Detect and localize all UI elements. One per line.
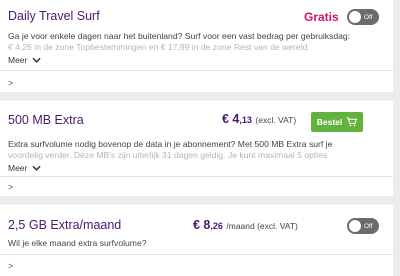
price-free-badge: Gratis <box>304 10 339 24</box>
bundle-description: Extra surfvolume nodig bovenop de data i… <box>8 139 388 161</box>
price-euro: € 8 <box>193 218 211 232</box>
chevron-right-icon[interactable]: > <box>8 261 13 271</box>
description-line: voordelig verder. Deze MB's zijn uiterli… <box>8 150 328 160</box>
bundle-title: 2,5 GB Extra/maand <box>8 218 122 232</box>
cart-icon <box>346 117 358 127</box>
bundle-title: 500 MB Extra <box>8 113 84 127</box>
price-euro: € 4 <box>222 112 240 126</box>
more-toggle[interactable]: Meer <box>8 163 41 173</box>
bundle-card-daily-travel-surf: Daily Travel Surf Gratis Off Ga je voor … <box>0 0 393 92</box>
chevron-down-icon <box>32 165 41 171</box>
description-line: Extra surfvolume nodig bovenop de data i… <box>8 139 333 149</box>
more-toggle[interactable]: Meer <box>8 55 41 65</box>
bundle-description: Wil je elke maand extra surfvolume? <box>8 238 388 249</box>
price-cents: ,26 <box>210 221 223 231</box>
bundle-title: Daily Travel Surf <box>8 9 100 23</box>
chevron-right-icon[interactable]: > <box>8 182 13 192</box>
chevron-down-icon <box>32 57 41 63</box>
divider <box>0 70 393 71</box>
toggle-label: Off <box>364 222 373 230</box>
order-button[interactable]: Bestel <box>311 112 363 132</box>
description-line: € 4,26 in de zone Topbestemmingen en € 1… <box>8 42 310 52</box>
divider <box>0 176 393 177</box>
price-suffix: (excl. VAT) <box>255 115 297 125</box>
divider <box>0 254 393 255</box>
chevron-right-icon[interactable]: > <box>8 78 13 88</box>
order-button-label: Bestel <box>316 117 343 127</box>
more-label: Meer <box>8 55 28 65</box>
bundle-toggle[interactable]: Off <box>347 218 379 234</box>
toggle-knob <box>349 11 361 23</box>
price-cents: ,13 <box>239 115 252 125</box>
bundle-toggle[interactable]: Off <box>347 9 379 25</box>
toggle-knob <box>349 220 361 232</box>
more-label: Meer <box>8 163 28 173</box>
description-line: Wil je elke maand extra surfvolume? <box>8 238 147 248</box>
bundle-price: € 4,13 (excl. VAT) <box>222 112 296 126</box>
toggle-label: Off <box>364 13 373 21</box>
bundle-description: Ga je voor enkele dagen naar het buitenl… <box>8 31 388 53</box>
bundle-price: € 8,26 /maand (excl. VAT) <box>193 218 298 232</box>
description-line: Ga je voor enkele dagen naar het buitenl… <box>8 31 351 41</box>
price-suffix: /maand (excl. VAT) <box>226 221 298 231</box>
